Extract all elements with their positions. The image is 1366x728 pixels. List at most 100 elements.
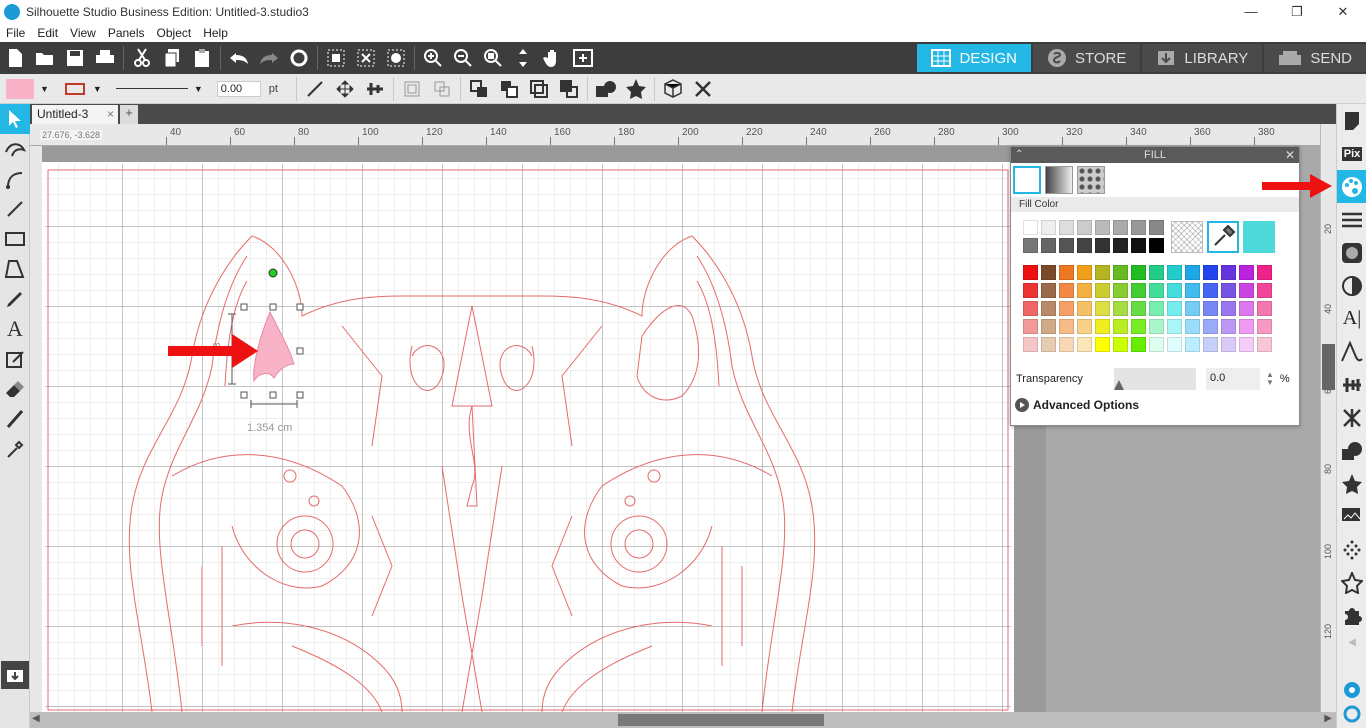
color-swatch[interactable] xyxy=(1059,283,1074,298)
color-swatch[interactable] xyxy=(1167,301,1182,316)
align-icon[interactable] xyxy=(360,74,390,104)
top-ruler[interactable]: 27.676, -3.628 40 60 80 100 120 140 160 180 200 2… xyxy=(30,124,1320,146)
right-ruler[interactable]: 20406080100120 xyxy=(1320,124,1336,712)
cut-icon[interactable] xyxy=(127,43,157,73)
sync-icon[interactable] xyxy=(1337,702,1366,726)
pencil-tool-icon[interactable] xyxy=(0,284,30,314)
knife-panel-icon[interactable] xyxy=(1337,533,1366,566)
color-swatch[interactable] xyxy=(1239,301,1254,316)
horizontal-scrollbar-thumb[interactable] xyxy=(618,714,824,726)
fill-pattern-icon[interactable] xyxy=(1337,236,1366,269)
rectangle-tool-icon[interactable] xyxy=(0,224,30,254)
zoom-out-icon[interactable] xyxy=(448,43,478,73)
color-swatch[interactable] xyxy=(1095,265,1110,280)
color-swatch[interactable] xyxy=(1077,319,1092,334)
eyedropper-swatch-icon[interactable] xyxy=(1207,221,1239,253)
text-style-icon[interactable]: A| xyxy=(1337,302,1366,335)
pattern-fill-option[interactable] xyxy=(1077,166,1105,194)
close-window-button[interactable]: ✕ xyxy=(1320,4,1366,20)
color-swatch[interactable] xyxy=(1149,301,1164,316)
color-swatch[interactable] xyxy=(1041,301,1056,316)
color-swatch[interactable] xyxy=(1185,283,1200,298)
line-color-swatch[interactable] xyxy=(64,82,85,95)
fill-color-swatch[interactable] xyxy=(6,78,34,99)
pan-drag-icon[interactable] xyxy=(508,43,538,73)
color-swatch[interactable] xyxy=(1257,283,1272,298)
horizontal-scrollbar[interactable]: ◀ ▶ xyxy=(30,712,1336,728)
weld-icon[interactable] xyxy=(591,74,621,104)
transparent-swatch-icon[interactable] xyxy=(1171,221,1203,253)
color-swatch[interactable] xyxy=(1221,283,1236,298)
gray-swatch[interactable] xyxy=(1041,238,1056,253)
open-folder-icon[interactable] xyxy=(30,43,60,73)
replicate-panel-icon[interactable] xyxy=(1337,401,1366,434)
knife-tool-icon[interactable] xyxy=(0,404,30,434)
color-swatch[interactable] xyxy=(1077,265,1092,280)
line-dropdown-chevron-icon[interactable]: ▼ xyxy=(93,84,102,94)
color-swatch[interactable] xyxy=(1257,319,1272,334)
color-swatch[interactable] xyxy=(1221,265,1236,280)
color-swatch[interactable] xyxy=(1257,337,1272,352)
line-draw-tool-icon[interactable] xyxy=(0,194,30,224)
color-swatch[interactable] xyxy=(1203,301,1218,316)
gray-swatch[interactable] xyxy=(1131,220,1146,235)
move-icon[interactable] xyxy=(330,74,360,104)
line-style-selector[interactable] xyxy=(115,88,188,89)
fill-panel-header[interactable]: ⌃ FILL ✕ xyxy=(1011,147,1299,163)
color-swatch[interactable] xyxy=(1023,301,1038,316)
fill-panel-palette-icon[interactable] xyxy=(1337,170,1366,203)
puzzle-panel-icon[interactable] xyxy=(1337,599,1366,632)
color-swatch[interactable] xyxy=(1203,283,1218,298)
bring-forward-icon[interactable] xyxy=(494,74,524,104)
pixscan-icon[interactable]: Pix xyxy=(1337,137,1366,170)
transparency-stepper[interactable]: ▲ ▼ xyxy=(1266,371,1274,387)
group-icon[interactable] xyxy=(397,74,427,104)
select-tool-icon[interactable] xyxy=(0,104,30,134)
rotation-handle[interactable] xyxy=(268,268,278,278)
color-swatch[interactable] xyxy=(1131,319,1146,334)
color-swatch[interactable] xyxy=(1131,301,1146,316)
selected-color-swatch[interactable] xyxy=(1243,221,1275,253)
gray-swatch[interactable] xyxy=(1095,220,1110,235)
send-backward-icon[interactable] xyxy=(524,74,554,104)
fill-dropdown-chevron-icon[interactable]: ▼ xyxy=(40,84,49,94)
menu-panels[interactable]: Panels xyxy=(102,26,151,40)
document-tab-untitled-3[interactable]: Untitled-3 × xyxy=(32,105,118,124)
color-swatch[interactable] xyxy=(1059,337,1074,352)
tab-library[interactable]: LIBRARY xyxy=(1142,44,1263,72)
color-swatch[interactable] xyxy=(1041,337,1056,352)
color-swatch[interactable] xyxy=(1113,265,1128,280)
color-swatch[interactable] xyxy=(1221,337,1236,352)
color-swatch[interactable] xyxy=(1131,337,1146,352)
minimize-button[interactable]: — xyxy=(1228,4,1274,20)
select-all-icon[interactable] xyxy=(321,43,351,73)
polygon-tool-icon[interactable] xyxy=(0,254,30,284)
new-document-icon[interactable] xyxy=(0,43,30,73)
point-edit-tool-icon[interactable] xyxy=(0,134,30,164)
tab-store[interactable]: STORE xyxy=(1032,44,1141,72)
color-swatch[interactable] xyxy=(1059,265,1074,280)
color-swatch[interactable] xyxy=(1167,319,1182,334)
replicate-icon[interactable] xyxy=(658,74,688,104)
gray-swatch[interactable] xyxy=(1023,220,1038,235)
color-swatch[interactable] xyxy=(1059,301,1074,316)
color-swatch[interactable] xyxy=(1185,337,1200,352)
color-swatch[interactable] xyxy=(1239,283,1254,298)
gray-swatch[interactable] xyxy=(1077,238,1092,253)
color-swatch[interactable] xyxy=(1167,283,1182,298)
gray-swatch[interactable] xyxy=(1077,220,1092,235)
tab-design[interactable]: DESIGN xyxy=(917,44,1031,72)
gray-swatch[interactable] xyxy=(1131,238,1146,253)
gray-swatch[interactable] xyxy=(1059,238,1074,253)
delete-icon[interactable] xyxy=(688,74,718,104)
copy-icon[interactable] xyxy=(157,43,187,73)
color-swatch[interactable] xyxy=(1221,301,1236,316)
color-swatch[interactable] xyxy=(1167,337,1182,352)
color-swatch[interactable] xyxy=(1203,337,1218,352)
color-swatch[interactable] xyxy=(1113,337,1128,352)
bring-to-front-icon[interactable] xyxy=(464,74,494,104)
hand-tool-icon[interactable] xyxy=(538,43,568,73)
line-width-input[interactable]: 0.00 xyxy=(216,80,261,97)
menu-help[interactable]: Help xyxy=(197,26,234,40)
deselect-icon[interactable] xyxy=(351,43,381,73)
